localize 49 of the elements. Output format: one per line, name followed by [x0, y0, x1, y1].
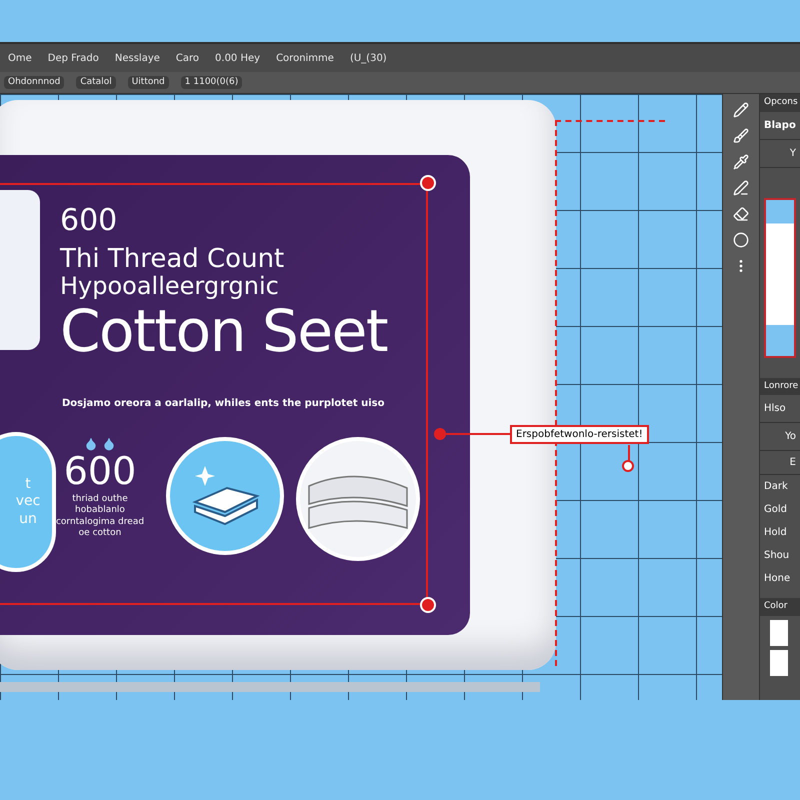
headline-line: Thi Thread Count: [60, 246, 286, 272]
leader-line: [446, 433, 510, 435]
menu-item[interactable]: Dep Frado: [48, 50, 99, 66]
circle-icon[interactable]: [733, 232, 749, 248]
anchor-point[interactable]: [622, 460, 634, 472]
layer-item[interactable]: Shou: [760, 544, 800, 567]
pen-icon[interactable]: [733, 180, 749, 196]
option-control[interactable]: Catalol: [76, 76, 116, 90]
panel-row: Hlso: [760, 395, 800, 423]
headline-line: Hypooalleergrgnic: [60, 274, 280, 298]
layer-item[interactable]: Hone: [760, 567, 800, 590]
count-heading: 600: [60, 206, 118, 236]
product-title: Cotton Seet: [60, 302, 388, 360]
menu-item[interactable]: Caro: [176, 50, 200, 66]
option-control[interactable]: Uittond: [128, 76, 169, 90]
panel-header: Opcons: [760, 94, 800, 112]
option-control[interactable]: 1 1100(0(6): [180, 76, 242, 90]
count-caption: thriad outhe hobablanlo corntalogima dread oe cotton: [55, 494, 145, 539]
menu-item[interactable]: Nesslaye: [114, 50, 160, 66]
panel-row: E: [760, 451, 800, 475]
tagline: Dosjamo oreora a oarlalip, whiles ents the purplotet uiso: [62, 397, 384, 411]
menu-item[interactable]: 0.00 Hey: [215, 50, 260, 66]
brush-icon[interactable]: [733, 128, 749, 144]
color-swatch[interactable]: [770, 650, 788, 676]
eraser-icon[interactable]: [733, 206, 749, 222]
panel-header: Lonrore: [760, 378, 800, 395]
badge-text: t: [25, 476, 31, 494]
option-control[interactable]: Ohdonnnod: [4, 76, 64, 90]
layer-item[interactable]: Dark: [760, 475, 800, 498]
panel-field: Y: [760, 140, 800, 168]
callout-label: Erspobfetwonlo-rersistet!: [510, 425, 649, 444]
pencil-icon[interactable]: [733, 102, 749, 118]
droplet-icon: [102, 436, 116, 452]
color-swatch[interactable]: [770, 620, 788, 646]
leader-line: [628, 445, 630, 461]
panel-field: Blapo: [760, 112, 800, 140]
count-number: 600: [64, 452, 136, 490]
menu-item[interactable]: Coronimme: [276, 50, 334, 66]
badge-text: un: [19, 510, 37, 528]
badge-text: vec: [16, 493, 40, 511]
droplet-icon: [84, 436, 98, 452]
layer-item[interactable]: Hold: [760, 521, 800, 544]
panel-row: Yo: [760, 423, 800, 451]
menu-item[interactable]: (U_(30): [350, 50, 387, 66]
menu-item[interactable]: Ome: [8, 50, 32, 66]
panel-header: Color: [760, 598, 800, 616]
layer-item[interactable]: Gold: [760, 498, 800, 521]
folded-towel-icon: [165, 436, 285, 556]
eyedropper-icon[interactable]: [733, 154, 749, 170]
